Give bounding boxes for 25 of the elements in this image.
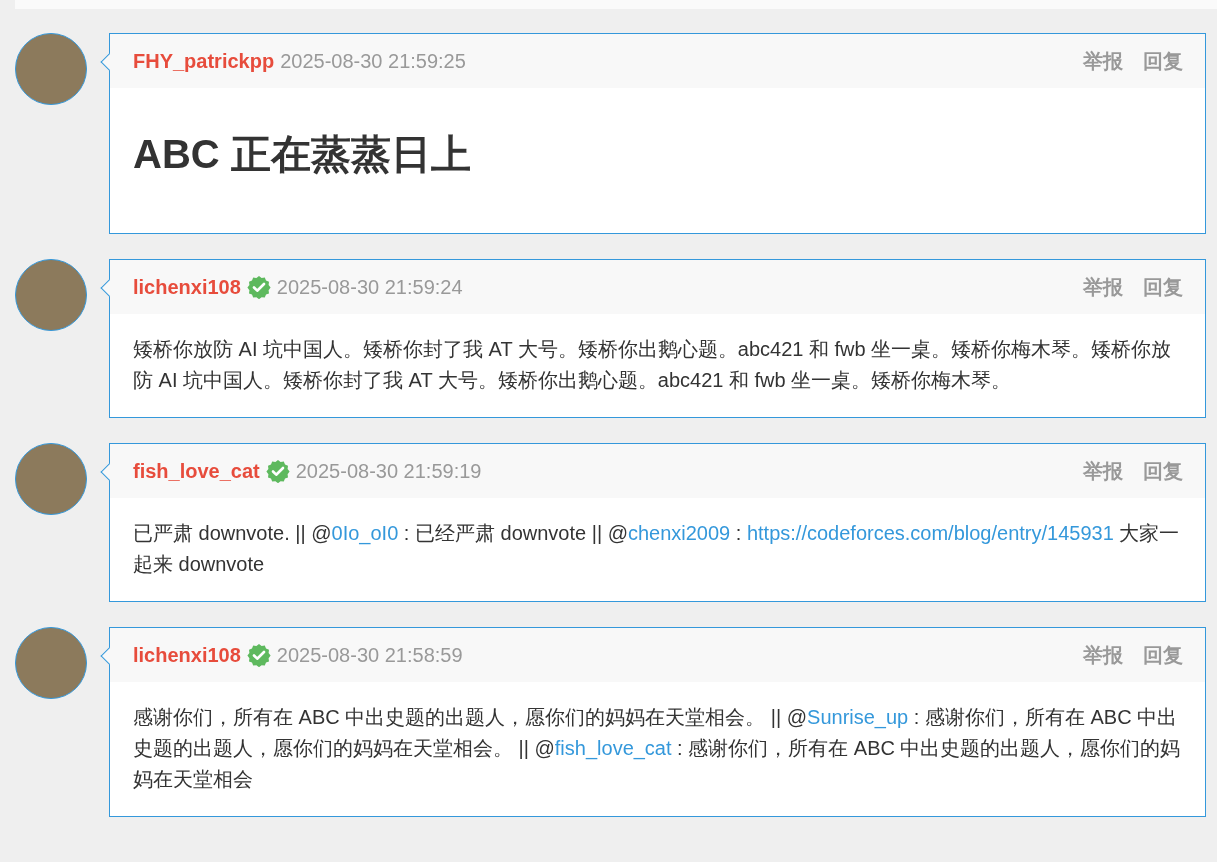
timestamp: 2025-08-30 21:59:25: [280, 49, 466, 73]
comment-text: 感谢你们，所有在 ABC 中出史题的出题人，愿你们的妈妈在天堂相会。 || @Sunrise_up : 感谢你们，所有在 ABC 中出史题的出题人，愿你们的妈妈在天堂相会。 || @fish_love_cat : 感谢你们，所有在 ABC 中出史题的出题人，愿你们的妈妈在天堂相会: [133, 705, 1182, 792]
action-link[interactable]: 举报: [1083, 641, 1123, 669]
username-link[interactable]: fish_love_cat: [133, 459, 260, 483]
timestamp: 2025-08-30 21:59:19: [295, 459, 482, 483]
username-link[interactable]: lichenxi108: [133, 643, 241, 667]
mention-link[interactable]: https://codeforces.com/blog/entry/145931: [746, 522, 1114, 544]
mention-link[interactable]: fish_love_cat: [554, 737, 672, 759]
timestamp: 2025-08-30 21:59:24: [276, 275, 463, 299]
action-link[interactable]: 回复: [1143, 273, 1183, 301]
mention-link[interactable]: Sunrise_up: [807, 706, 909, 728]
comment-text: 已严肃 downvote. || @0Io_oI0 : 已经严肃 downvote || @chenxi2009 : https://codeforces.com/blog/entry/145931 大家一起来 downvote: [133, 521, 1181, 577]
action-link[interactable]: 回复: [1143, 47, 1183, 75]
mention-link[interactable]: 0Io_oI0: [331, 522, 399, 544]
action-link[interactable]: 举报: [1083, 273, 1123, 301]
action-link[interactable]: 回复: [1143, 457, 1183, 485]
comment-text: 矮桥你放防 AI 坑中国人。矮桥你封了我 AT 大号。矮桥你出鹅心题。abc421 和 fwb 坐一桌。矮桥你梅木琴。矮桥你放防 AI 坑中国人。矮桥你封了我 AT 大号。矮桥你出鹅心题。abc421 和 fwb 坐一桌。矮桥你梅木琴。: [133, 337, 1173, 393]
username-link[interactable]: lichenxi108: [133, 275, 241, 299]
timestamp: 2025-08-30 21:58:59: [276, 643, 463, 667]
username-link[interactable]: FHY_patrickpp: [133, 49, 275, 73]
action-link[interactable]: 回复: [1143, 641, 1183, 669]
action-link[interactable]: 举报: [1083, 457, 1123, 485]
action-link[interactable]: 举报: [1083, 47, 1123, 75]
mention-link[interactable]: chenxi2009: [627, 522, 731, 544]
comment-heading: ABC 正在蒸蒸日上: [133, 131, 472, 178]
